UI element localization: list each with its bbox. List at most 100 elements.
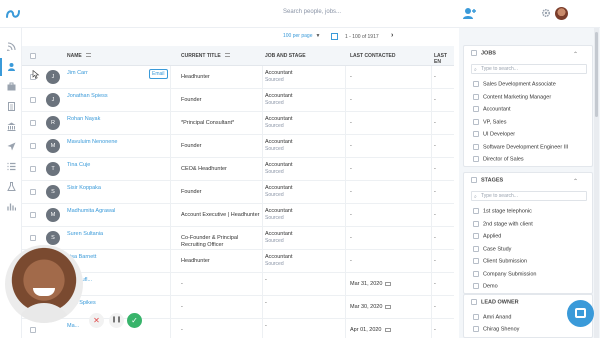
- filter-option[interactable]: Company Submission: [473, 270, 537, 277]
- candidate-job-stage[interactable]: Accountant Sourced: [265, 208, 293, 221]
- table-row[interactable]: R Rohan Nayak *Principal Consultant* Accoun…: [22, 112, 454, 135]
- candidate-job-stage[interactable]: Accountant Sourced: [265, 116, 293, 129]
- export-icon[interactable]: [331, 33, 338, 40]
- sidebar-item-reports[interactable]: [0, 198, 22, 216]
- stages-filter-header[interactable]: STAGES: [471, 177, 503, 183]
- filter-option-checkbox[interactable]: [473, 118, 479, 125]
- sidebar-item-outreach[interactable]: [0, 138, 22, 156]
- candidate-job-stage[interactable]: Accountant Sourced: [265, 185, 293, 198]
- row-checkbox[interactable]: [30, 189, 36, 195]
- filter-option-checkbox[interactable]: [473, 156, 479, 162]
- discard-recording-button[interactable]: ✕: [89, 313, 104, 328]
- candidate-job-stage[interactable]: Accountant Sourced: [265, 254, 293, 267]
- select-all-checkbox[interactable]: [30, 53, 36, 59]
- logo-icon[interactable]: [5, 7, 21, 21]
- column-header-current-title[interactable]: CURRENT TITLE: [181, 53, 230, 59]
- candidate-job-stage[interactable]: -: [265, 277, 267, 284]
- candidate-name-link[interactable]: Madhumita Agrawal: [67, 208, 115, 214]
- candidate-job-stage[interactable]: Accountant Sourced: [265, 162, 293, 175]
- filter-option[interactable]: Client Submission: [473, 258, 527, 264]
- candidate-job-stage[interactable]: Accountant Sourced: [265, 231, 293, 244]
- filter-icon[interactable]: [85, 53, 91, 57]
- row-checkbox[interactable]: [30, 166, 36, 172]
- table-row[interactable]: M Madhumita Agrawal Account Executive | He…: [22, 204, 454, 227]
- candidate-name-link[interactable]: Sisir Koppaka: [67, 185, 101, 191]
- filter-option-checkbox[interactable]: [473, 93, 479, 100]
- lead-owner-filter-header[interactable]: LEAD OWNER: [471, 299, 519, 305]
- filter-option-checkbox[interactable]: [473, 143, 479, 150]
- row-checkbox[interactable]: [30, 97, 36, 103]
- candidate-name-link[interactable]: Jonathan Spiess: [67, 93, 108, 99]
- table-row[interactable]: ...t Haufl...--Mar 31, 2020-: [22, 273, 454, 296]
- filter-option-checkbox[interactable]: [473, 106, 479, 112]
- candidate-job-stage[interactable]: -: [265, 323, 267, 330]
- gear-icon[interactable]: [541, 8, 551, 18]
- filter-option[interactable]: Accountant: [473, 106, 511, 112]
- jobs-filter-header[interactable]: JOBS: [471, 50, 496, 56]
- candidate-name-link[interactable]: Rohan Nayak: [67, 116, 100, 122]
- table-row[interactable]: Ma... - - Apr 01, 2020 -: [22, 319, 454, 338]
- email-button[interactable]: Email: [149, 69, 168, 79]
- scrollbar-thumb[interactable]: [595, 32, 598, 117]
- chevron-up-icon[interactable]: ⌃: [573, 178, 578, 185]
- candidate-name-link[interactable]: Jim Carr: [67, 70, 88, 76]
- sidebar-item-people[interactable]: [0, 58, 22, 76]
- row-checkbox[interactable]: [30, 212, 36, 218]
- candidate-name-link[interactable]: Ma...: [67, 323, 79, 329]
- sidebar-item-companies[interactable]: [0, 118, 22, 136]
- sidebar-item-lists[interactable]: [0, 158, 22, 176]
- sidebar-item-feed[interactable]: [0, 38, 22, 56]
- row-checkbox[interactable]: [30, 120, 36, 126]
- user-avatar[interactable]: [555, 7, 568, 20]
- column-header-name[interactable]: NAME: [67, 53, 91, 59]
- row-checkbox[interactable]: [30, 327, 36, 333]
- table-row[interactable]: S Sisir Koppaka Founder Accountant Sourced - -: [22, 181, 454, 204]
- filter-option[interactable]: VP, Sales: [473, 118, 506, 125]
- finish-recording-button[interactable]: ✓: [127, 313, 142, 328]
- filter-option-checkbox[interactable]: [473, 258, 479, 264]
- filter-option-checkbox[interactable]: [473, 220, 479, 227]
- filter-option[interactable]: Demo: [473, 283, 498, 289]
- stages-select-all-checkbox[interactable]: [471, 177, 477, 183]
- table-row[interactable]: J Jim Carr Email Headhunter Accountant Source…: [22, 66, 454, 89]
- sidebar-item-jobs[interactable]: [0, 78, 22, 96]
- column-header-last-contacted[interactable]: LAST CONTACTED: [350, 53, 395, 59]
- filter-option-checkbox[interactable]: [473, 283, 479, 289]
- filter-option-checkbox[interactable]: [473, 131, 479, 137]
- add-user-icon[interactable]: [462, 7, 476, 20]
- filter-option[interactable]: Sales Development Associate: [473, 81, 556, 87]
- candidate-name-link[interactable]: Suren Sultania: [67, 231, 103, 237]
- candidate-name-link[interactable]: Tina Cuje: [67, 162, 90, 168]
- table-row[interactable]: S Suren Sultania Co-Founder & Principal Re…: [22, 227, 454, 250]
- row-checkbox[interactable]: [30, 235, 36, 241]
- sidebar-item-documents[interactable]: [0, 98, 22, 116]
- filter-option-checkbox[interactable]: [473, 326, 479, 332]
- column-header-job-and-stage[interactable]: JOB AND STAGE: [265, 53, 306, 59]
- filter-option[interactable]: Director of Sales: [473, 156, 524, 162]
- row-checkbox[interactable]: [30, 143, 36, 149]
- jobs-select-all-checkbox[interactable]: [471, 50, 477, 56]
- filter-option[interactable]: Software Development Engineer III: [473, 143, 568, 150]
- filter-option[interactable]: Applied: [473, 233, 501, 239]
- filter-option[interactable]: Content Marketing Manager: [473, 93, 551, 100]
- candidate-job-stage[interactable]: Accountant Sourced: [265, 93, 293, 106]
- filter-option[interactable]: Amri Anand: [473, 314, 511, 320]
- candidate-name-link[interactable]: Mavuluim Nenonene: [67, 139, 117, 145]
- filter-option[interactable]: Case Study: [473, 245, 511, 252]
- filter-icon[interactable]: [224, 53, 230, 57]
- chat-launcher-button[interactable]: [567, 300, 594, 327]
- table-row[interactable]: LLisa BarnettHeadhunterAccountantSourced…: [22, 250, 454, 273]
- stages-filter-search-input[interactable]: ⌕ Type to search...: [471, 191, 587, 201]
- filter-panel-scrollbar[interactable]: [594, 28, 599, 338]
- table-row[interactable]: M Mavuluim Nenonene Founder Accountant Sourc…: [22, 135, 454, 158]
- next-page-icon[interactable]: ›: [391, 32, 393, 39]
- candidate-job-stage[interactable]: Accountant Sourced: [265, 139, 293, 152]
- jobs-filter-search-input[interactable]: ⌕ Type to search...: [471, 64, 587, 74]
- candidate-job-stage[interactable]: -: [265, 300, 267, 307]
- candidate-job-stage[interactable]: Accountant Sourced: [265, 70, 293, 83]
- filter-option[interactable]: Chirag Shenoy: [473, 326, 519, 332]
- sidebar-item-labs[interactable]: [0, 178, 22, 196]
- table-row[interactable]: J Jonathan Spiess Founder Accountant Sourced…: [22, 89, 454, 112]
- filter-option-checkbox[interactable]: [473, 208, 479, 214]
- table-row[interactable]: ...da Spikes - - Mar 30, 2020-: [22, 296, 454, 319]
